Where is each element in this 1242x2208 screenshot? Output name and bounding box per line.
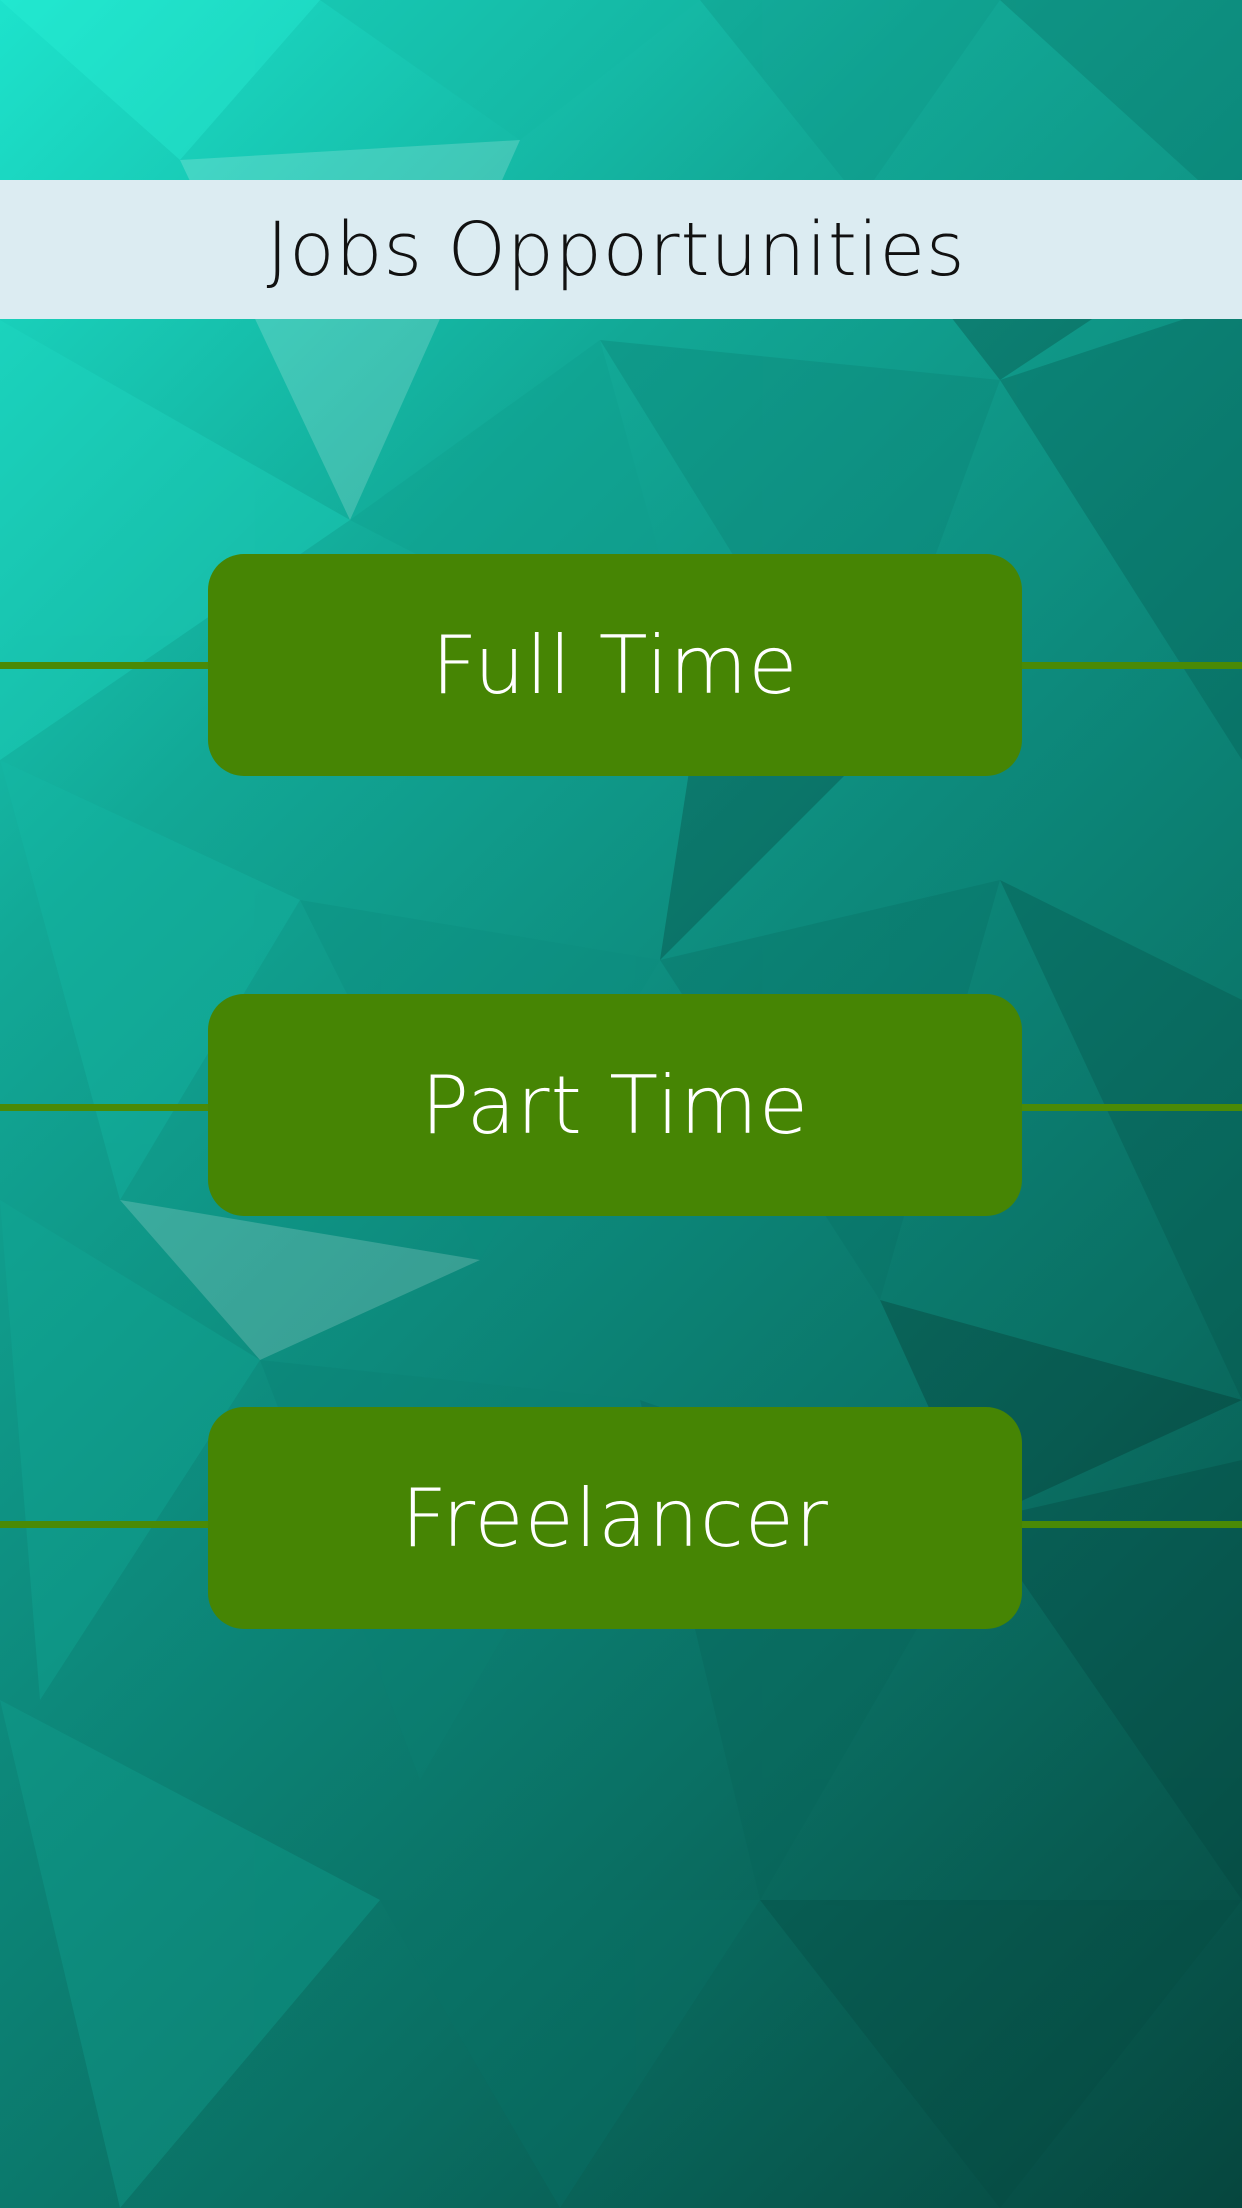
part-time-button[interactable]: Part Time xyxy=(208,994,1022,1216)
freelancer-button[interactable]: Freelancer xyxy=(208,1407,1022,1629)
full-time-label: Full Time xyxy=(431,618,799,712)
header-bar: Jobs Opportunities xyxy=(0,180,1242,319)
page-title: Jobs Opportunities xyxy=(266,206,966,293)
part-time-label: Part Time xyxy=(420,1058,810,1152)
freelancer-label: Freelancer xyxy=(401,1471,829,1565)
full-time-button[interactable]: Full Time xyxy=(208,554,1022,776)
